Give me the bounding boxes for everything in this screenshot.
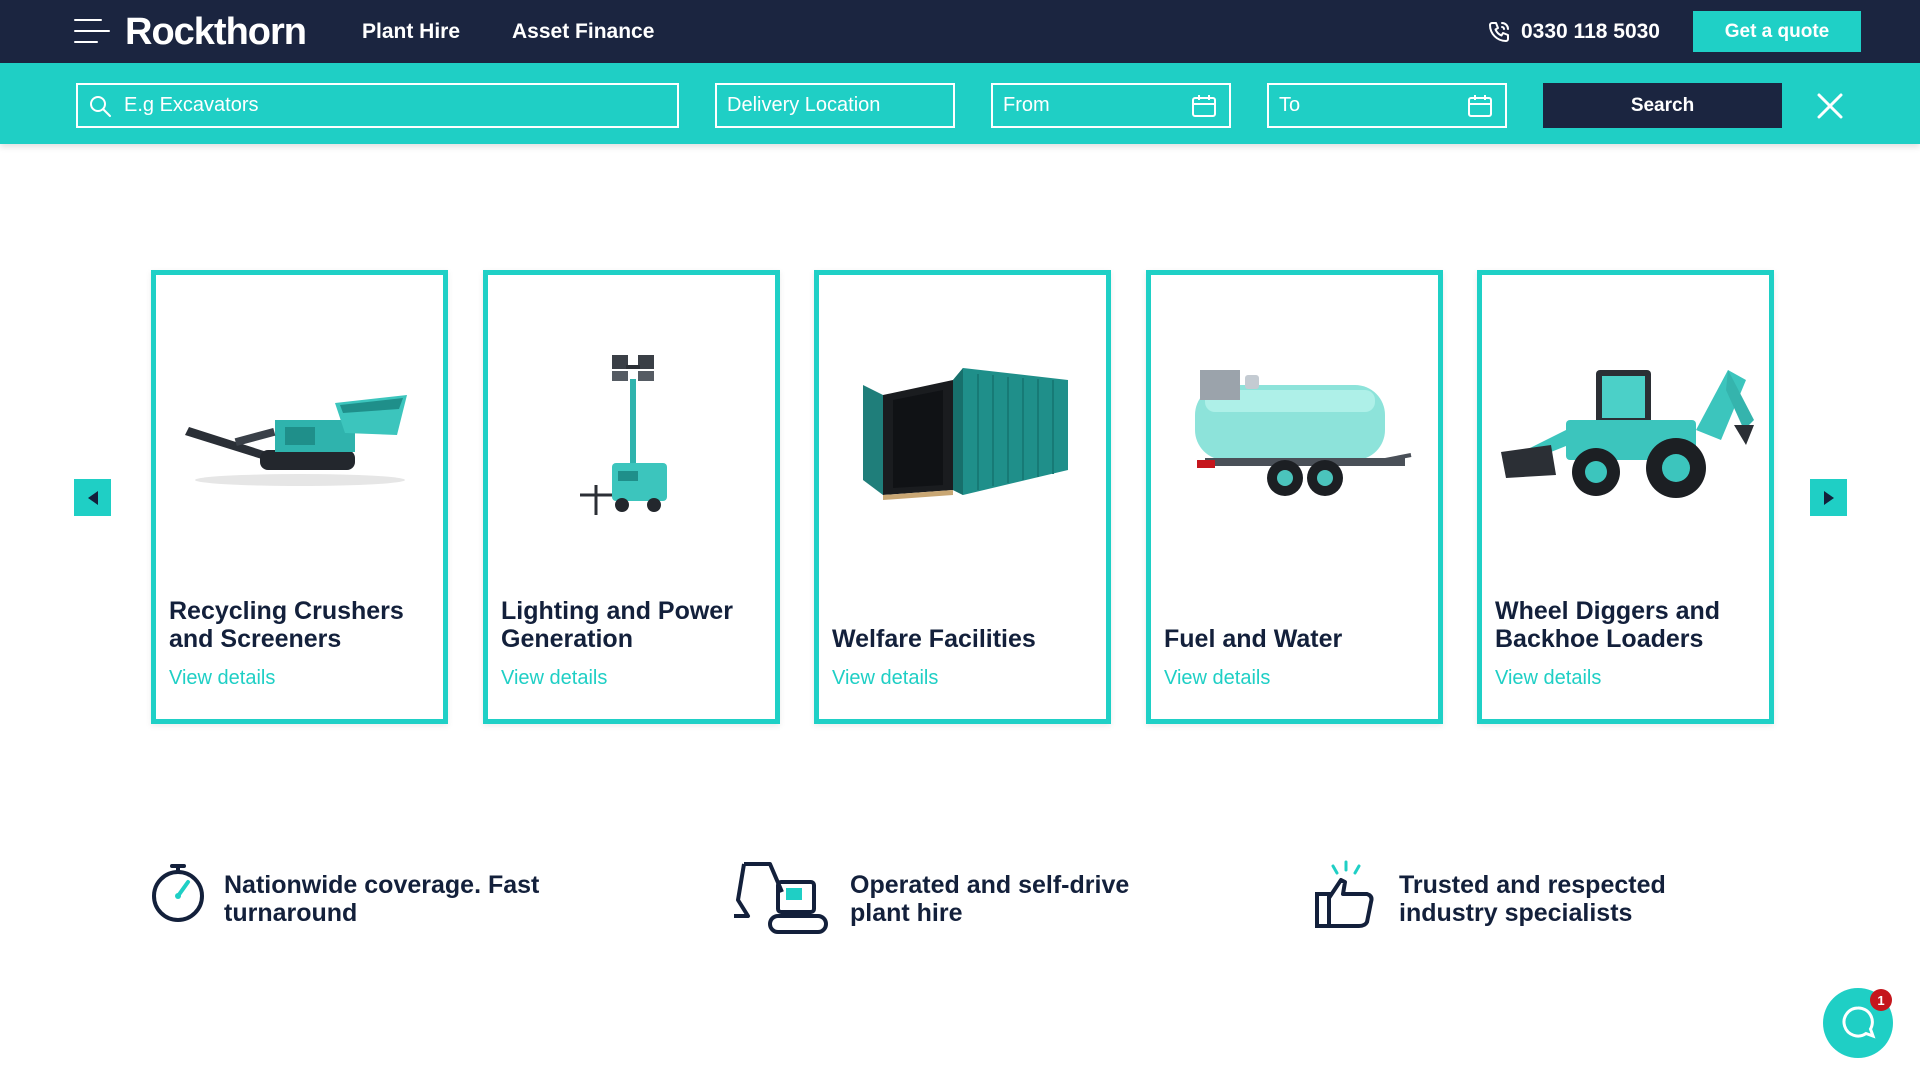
thumbs-up-icon — [1315, 860, 1374, 928]
feature-text: Operated and self-drive plant hire — [850, 871, 1130, 927]
search-icon — [90, 95, 111, 117]
carousel-next-button[interactable] — [1810, 479, 1847, 516]
phone-number: 0330 118 5030 — [1521, 20, 1660, 43]
nav-plant-hire[interactable]: Plant Hire — [362, 20, 460, 44]
equipment-search-field — [76, 83, 679, 128]
get-quote-button[interactable]: Get a quote — [1693, 11, 1861, 52]
card-title: Wheel Diggers and Backhoe Loaders — [1495, 597, 1721, 653]
close-icon[interactable] — [1817, 93, 1843, 119]
card-title: Recycling Crushers and Screeners — [169, 597, 404, 653]
feature-operated: Operated and self-drive plant hire — [730, 860, 1170, 938]
card-title: Welfare Facilities — [832, 625, 1036, 653]
feature-nationwide: Nationwide coverage. Fast turnaround — [148, 860, 564, 927]
card-title: Lighting and Power Generation — [501, 597, 733, 653]
chevron-right-icon — [1823, 490, 1834, 505]
view-details-link[interactable]: View details — [1495, 667, 1601, 690]
chevron-left-icon — [87, 490, 98, 505]
equipment-search-input[interactable] — [112, 85, 677, 126]
from-date-field — [991, 83, 1231, 128]
notification-badge: 1 — [1870, 989, 1892, 1011]
lighting-tower-image — [488, 325, 775, 545]
category-card-lighting[interactable]: Lighting and Power Generation View detai… — [483, 270, 780, 724]
carousel-prev-button[interactable] — [74, 479, 111, 516]
search-bar: Search — [0, 63, 1920, 144]
calendar-icon[interactable] — [1467, 94, 1493, 118]
phone-link[interactable]: 0330 118 5030 — [1487, 18, 1660, 46]
feature-trusted: Trusted and respected industry specialis… — [1313, 860, 1699, 930]
category-card-welfare[interactable]: Welfare Facilities View details — [814, 270, 1111, 724]
view-details-link[interactable]: View details — [1164, 667, 1270, 690]
nav-asset-finance[interactable]: Asset Finance — [512, 20, 654, 44]
category-card-crushers[interactable]: Recycling Crushers and Screeners View de… — [151, 270, 448, 724]
from-date-input[interactable] — [993, 85, 1191, 126]
calendar-icon[interactable] — [1191, 94, 1217, 118]
to-date-input[interactable] — [1269, 85, 1467, 126]
top-navigation: Rockthorn Plant Hire Asset Finance 0330 … — [0, 0, 1920, 63]
to-date-field — [1267, 83, 1507, 128]
water-bowser-image — [1151, 325, 1438, 545]
feature-text: Nationwide coverage. Fast turnaround — [224, 871, 540, 927]
search-button[interactable]: Search — [1543, 83, 1782, 128]
chat-bubble-icon — [1842, 1006, 1876, 1039]
excavator-icon — [734, 862, 828, 934]
phone-icon — [1489, 22, 1509, 42]
category-card-backhoe[interactable]: Wheel Diggers and Backhoe Loaders View d… — [1477, 270, 1774, 724]
brand-logo[interactable]: Rockthorn — [125, 10, 307, 54]
category-card-fuel-water[interactable]: Fuel and Water View details — [1146, 270, 1443, 724]
welfare-container-image — [819, 325, 1106, 545]
backhoe-loader-image — [1482, 325, 1769, 545]
card-title: Fuel and Water — [1164, 625, 1343, 653]
stopwatch-icon — [152, 864, 204, 922]
crusher-image — [156, 325, 443, 545]
delivery-location-input[interactable] — [717, 85, 953, 126]
feature-text: Trusted and respected industry specialis… — [1399, 871, 1666, 927]
view-details-link[interactable]: View details — [501, 667, 607, 690]
menu-icon[interactable] — [74, 19, 110, 45]
view-details-link[interactable]: View details — [169, 667, 275, 690]
view-details-link[interactable]: View details — [832, 667, 938, 690]
delivery-location-field — [715, 83, 955, 128]
